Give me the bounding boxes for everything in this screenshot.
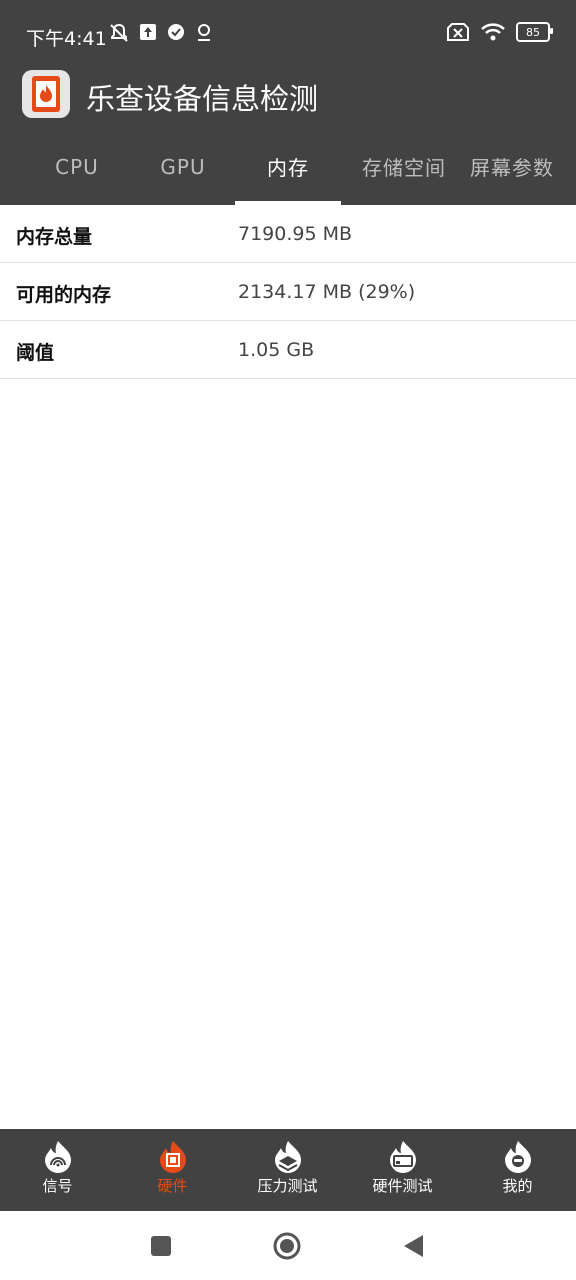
nav-profile[interactable]: 我的 <box>460 1129 575 1211</box>
nav-hardware[interactable]: 硬件 <box>115 1129 230 1211</box>
status-icons-left <box>108 22 214 44</box>
battery-indicator: 85 <box>516 22 553 42</box>
back-button[interactable] <box>398 1231 428 1261</box>
wifi-icon <box>481 23 505 41</box>
home-button[interactable] <box>272 1231 302 1261</box>
home-circle-icon <box>273 1232 301 1260</box>
status-time: 下午4:41 <box>26 28 107 50</box>
nav-label: 信号 <box>42 1177 73 1195</box>
back-triangle-icon <box>404 1235 423 1257</box>
tab-storage[interactable]: 存储空间 <box>345 128 463 205</box>
nav-label: 压力测试 <box>257 1177 318 1195</box>
list-item: 可用的内存 2134.17 MB (29%) <box>0 263 576 321</box>
no-sim-icon <box>447 23 469 41</box>
recents-button[interactable] <box>146 1231 176 1261</box>
tab-screen[interactable]: 屏幕参数 <box>470 128 576 205</box>
tab-memory[interactable]: 内存 <box>235 128 341 205</box>
app-logo-icon <box>22 70 70 118</box>
row-value: 7190.95 MB <box>238 223 353 245</box>
row-value: 2134.17 MB (29%) <box>238 281 416 303</box>
row-label: 可用的内存 <box>16 284 112 306</box>
list-item: 内存总量 7190.95 MB <box>0 205 576 263</box>
nav-stress-test[interactable]: 压力测试 <box>230 1129 345 1211</box>
status-bar: 下午4:41 85 <box>0 0 576 66</box>
tab-cpu[interactable]: CPU <box>22 128 132 205</box>
mute-bell-icon <box>110 23 128 42</box>
signal-flame-icon <box>44 1141 71 1173</box>
row-label: 内存总量 <box>16 226 93 248</box>
layers-flame-icon <box>274 1141 301 1173</box>
upload-icon <box>140 24 156 40</box>
tab-gpu[interactable]: GPU <box>128 128 238 205</box>
list-item: 阈值 1.05 GB <box>0 321 576 379</box>
nav-hardware-test[interactable]: 硬件测试 <box>345 1129 460 1211</box>
tab-bar: CPU GPU 内存 存储空间 屏幕参数 <box>0 128 576 205</box>
nav-label: 硬件 <box>157 1177 188 1195</box>
status-icons-right: 85 <box>446 22 553 42</box>
row-label: 阈值 <box>16 342 55 364</box>
profile-flame-icon <box>504 1141 531 1173</box>
nav-label: 硬件测试 <box>372 1177 433 1195</box>
system-nav-bar <box>0 1211 576 1280</box>
nav-signal[interactable]: 信号 <box>0 1129 115 1211</box>
memory-info-list: 内存总量 7190.95 MB 可用的内存 2134.17 MB (29%) 阈… <box>0 205 576 379</box>
square-icon <box>151 1236 171 1256</box>
app-title: 乐查设备信息检测 <box>86 82 319 116</box>
location-icon <box>198 24 210 41</box>
battery-level: 85 <box>526 25 540 39</box>
nav-label: 我的 <box>502 1177 533 1195</box>
chip-flame-icon <box>159 1141 186 1173</box>
row-value: 1.05 GB <box>238 339 315 361</box>
device-flame-icon <box>389 1141 416 1173</box>
check-circle-icon <box>168 24 184 40</box>
bottom-nav: 信号 硬件 压力测试 硬件测试 我的 <box>0 1129 576 1211</box>
app-bar: 乐查设备信息检测 <box>0 66 576 128</box>
